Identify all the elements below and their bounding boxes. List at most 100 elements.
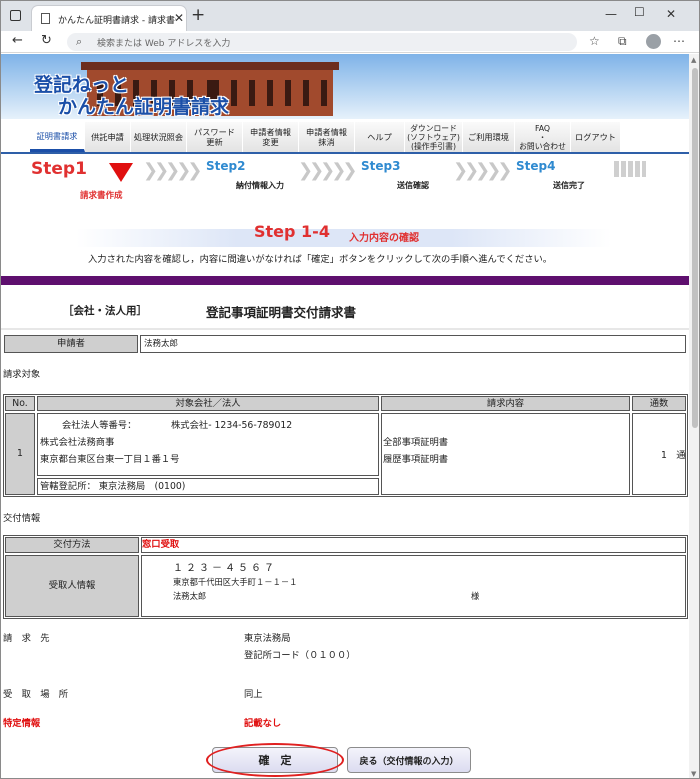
- copies-value: 1 通: [661, 450, 686, 461]
- site-logo-line2: かんたん証明書請求: [58, 96, 230, 118]
- menu-label: ダウンロード (ソフトウェア) (操作手引書): [407, 123, 460, 151]
- menu-status-inquiry[interactable]: 処理状況照会: [131, 122, 187, 152]
- menu-label: 申請者情報 抹消: [306, 127, 347, 147]
- step-arrows-icon: ❯❯❯❯❯: [453, 160, 512, 181]
- recipient-name: 法務太郎: [173, 591, 207, 601]
- menu-label: ログアウト: [575, 132, 616, 142]
- back-button[interactable]: 戻る（交付情報の入力）: [347, 747, 471, 773]
- menu-applicant-delete[interactable]: 申請者情報 抹消: [299, 122, 355, 152]
- company-address: 東京都台東区台東一丁目１番１号: [40, 454, 180, 465]
- step4-caption: 送信完了: [553, 181, 585, 190]
- minimize-icon[interactable]: —: [605, 7, 617, 21]
- scrollbar-thumb[interactable]: [692, 68, 698, 428]
- pickup-label: 受 取 場 所: [3, 689, 69, 700]
- address-placeholder: 検索または Web アドレスを入力: [97, 39, 231, 49]
- menu-deposit-application[interactable]: 供託申請: [85, 122, 131, 152]
- browser-window: かんたん証明書請求 - 請求書作成 ✕ + — ☐ ✕ ← ↻ ⌕ 検索または …: [0, 0, 700, 779]
- step-end-bars-icon: [614, 161, 646, 177]
- back-arrow-icon[interactable]: ←: [12, 33, 23, 48]
- step-header-title: Step 1-4: [254, 222, 330, 241]
- billing-value: 東京法務局: [244, 633, 291, 644]
- menu-label: ご利用環境: [468, 132, 509, 142]
- section-divider: [1, 276, 689, 285]
- form-type-label: ［会社・法人用］: [63, 305, 147, 317]
- step2-label: Step2: [206, 159, 246, 173]
- instruction-text: 入力された内容を確認し，内容に間違いがなければ「確定」ボタンをクリックして次の手…: [88, 254, 553, 265]
- recipient-postal: １２３－４５６７: [173, 563, 277, 574]
- menu-password-update[interactable]: パスワード 更新: [187, 122, 243, 152]
- corp-id-value: 株式会社- 1234-56-789012: [171, 420, 293, 431]
- recipient-cell: １２３－４５６７ 東京都千代田区大手町１－１－１ 法務太郎 様: [141, 555, 686, 617]
- step-header-band: [76, 229, 612, 247]
- menu-label: ヘルプ: [367, 132, 392, 142]
- new-tab-icon[interactable]: +: [191, 5, 205, 25]
- step-arrows-icon: ❯❯❯❯❯: [143, 160, 202, 181]
- target-heading: 請求対象: [3, 369, 41, 380]
- close-tab-icon[interactable]: ✕: [174, 11, 184, 25]
- profile-avatar[interactable]: [646, 34, 661, 49]
- special-info-value: 記載なし: [244, 718, 282, 729]
- corp-id-label: 会社法人等番号：: [62, 420, 137, 431]
- menu-label: 処理状況照会: [133, 132, 184, 142]
- menu-environment[interactable]: ご利用環境: [463, 122, 515, 152]
- company-name: 株式会社法務商事: [40, 437, 115, 448]
- delivery-method-value: 窓口受取: [141, 537, 686, 553]
- step1-caption: 請求書作成: [80, 191, 123, 201]
- tab-title: かんたん証明書請求 - 請求書作成: [58, 16, 176, 26]
- menu-label: パスワード 更新: [194, 127, 235, 147]
- page-favicon-icon: [41, 13, 50, 24]
- current-step-marker-icon: [109, 163, 133, 182]
- search-icon: ⌕: [76, 35, 83, 48]
- menu-label: 供託申請: [91, 132, 124, 142]
- step2-caption: 納付情報入力: [236, 181, 284, 190]
- table-header-company: 対象会社／法人: [37, 396, 379, 411]
- confirm-highlight-oval: [206, 743, 344, 777]
- step1-label: Step1: [31, 159, 87, 179]
- tab-bar: かんたん証明書請求 - 請求書作成 ✕ + — ☐ ✕: [1, 1, 699, 31]
- close-window-icon[interactable]: ✕: [666, 7, 676, 21]
- address-bar[interactable]: ⌕ 検索または Web アドレスを入力: [67, 33, 577, 51]
- menu-label: FAQ ・ お問い合わせ: [519, 123, 566, 151]
- menu-label: 証明書請求: [36, 130, 78, 141]
- table-header-copies: 通数: [632, 396, 686, 411]
- menu-faq[interactable]: FAQ ・ お問い合わせ: [515, 122, 571, 152]
- step3-caption: 送信確認: [397, 181, 429, 190]
- collections-icon[interactable]: ⧉: [618, 34, 627, 49]
- step-arrows-icon: ❯❯❯❯❯: [298, 160, 357, 181]
- scroll-up-icon[interactable]: ▲: [691, 56, 696, 64]
- pickup-value: 同上: [244, 689, 263, 700]
- more-menu-icon[interactable]: ⋯: [673, 34, 685, 48]
- main-menu: 証明書請求 供託申請 処理状況照会 パスワード 更新 申請者情報 変更 申請者情…: [30, 122, 621, 152]
- menu-logout[interactable]: ログアウト: [571, 122, 621, 152]
- billing-code: 登記所コード（０１００）: [244, 650, 356, 661]
- scroll-down-icon[interactable]: ▼: [691, 770, 696, 778]
- row-no: 1: [5, 413, 35, 495]
- page-scrollbar[interactable]: ▲ ▼: [689, 54, 699, 778]
- content-item: 全部事項証明書: [383, 437, 449, 448]
- browser-tab[interactable]: かんたん証明書請求 - 請求書作成 ✕: [31, 5, 187, 31]
- menu-underline: [1, 152, 689, 154]
- navigation-bar: ← ↻ ⌕ 検索または Web アドレスを入力 ☆ ⧉ ⋯: [1, 31, 699, 53]
- company-cell: 会社法人等番号： 株式会社- 1234-56-789012 株式会社法務商事 東…: [37, 413, 379, 476]
- delivery-heading: 交付情報: [3, 513, 41, 524]
- recipient-address: 東京都千代田区大手町１－１－１: [173, 577, 298, 587]
- billing-label: 請 求 先: [3, 633, 50, 644]
- favorite-star-icon[interactable]: ☆: [589, 34, 600, 48]
- applicant-value: 法務太郎: [140, 335, 686, 353]
- menu-certificate-request[interactable]: 証明書請求: [30, 122, 85, 152]
- window-menu-icon[interactable]: [10, 10, 21, 21]
- recipient-honorific: 様: [471, 591, 480, 601]
- table-header-no: No.: [5, 396, 35, 411]
- recipient-label: 受取人情報: [5, 555, 139, 617]
- copies-cell: 1 通: [632, 413, 686, 495]
- menu-applicant-change[interactable]: 申請者情報 変更: [243, 122, 299, 152]
- web-page: 登記ねっと かんたん証明書請求 証明書請求 供託申請 処理状況照会 パスワード …: [1, 54, 689, 778]
- menu-help[interactable]: ヘルプ: [355, 122, 405, 152]
- refresh-icon[interactable]: ↻: [41, 33, 52, 48]
- menu-download[interactable]: ダウンロード (ソフトウェア) (操作手引書): [405, 122, 463, 152]
- table-header-content: 請求内容: [381, 396, 630, 411]
- content-item: 履歴事項証明書: [383, 454, 449, 465]
- step3-label: Step3: [361, 159, 401, 173]
- form-title: 登記事項証明書交付請求書: [206, 305, 357, 320]
- maximize-icon[interactable]: ☐: [634, 5, 645, 19]
